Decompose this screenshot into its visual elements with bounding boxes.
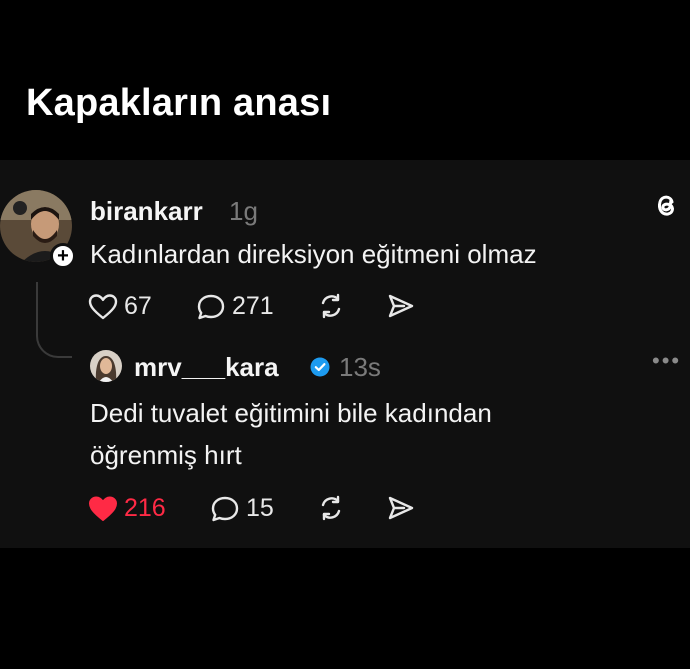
comment-bubble-icon bbox=[211, 496, 239, 521]
reply-like-button[interactable]: 216 bbox=[88, 494, 166, 523]
post-time: 1g bbox=[229, 196, 258, 226]
reply-comment-button[interactable]: 15 bbox=[210, 494, 274, 523]
heart-icon bbox=[89, 496, 117, 521]
comment-bubble-icon bbox=[197, 294, 225, 319]
reply-text-line-1: Dedi tuvalet eğitimini bile kadından bbox=[90, 398, 492, 428]
send-icon[interactable] bbox=[386, 292, 416, 320]
repost-icon[interactable] bbox=[316, 292, 346, 320]
heart-icon bbox=[88, 293, 118, 319]
verified-badge-icon bbox=[310, 357, 330, 377]
threads-logo-icon[interactable] bbox=[650, 188, 682, 220]
avatar-mrv-kara[interactable] bbox=[90, 350, 122, 382]
screenshot-page: Kapakların anası + birankarr 1g Kadınlar… bbox=[0, 0, 690, 669]
post-comment-count: 271 bbox=[232, 292, 274, 320]
send-icon[interactable] bbox=[386, 494, 416, 522]
follow-plus-button[interactable]: + bbox=[50, 243, 76, 269]
repost-icon[interactable] bbox=[316, 494, 346, 522]
reply-text-line-2: öğrenmiş hırt bbox=[90, 440, 242, 470]
reply-like-count: 216 bbox=[124, 494, 166, 522]
post-comment-button[interactable]: 271 bbox=[196, 292, 274, 321]
more-dots-icon[interactable]: ••• bbox=[652, 348, 681, 374]
reply-comment-count: 15 bbox=[246, 494, 274, 522]
reply-username[interactable]: mrv___kara bbox=[134, 352, 279, 383]
post-username[interactable]: birankarr bbox=[90, 196, 203, 227]
post-like-count: 67 bbox=[124, 292, 152, 320]
post-text: Kadınlardan direksiyon eğitmeni olmaz bbox=[90, 239, 537, 269]
caption-title: Kapakların anası bbox=[26, 82, 332, 124]
post-like-button[interactable]: 67 bbox=[88, 292, 152, 321]
thread-connector-line bbox=[36, 282, 72, 358]
reply-time: 13s bbox=[339, 352, 381, 382]
